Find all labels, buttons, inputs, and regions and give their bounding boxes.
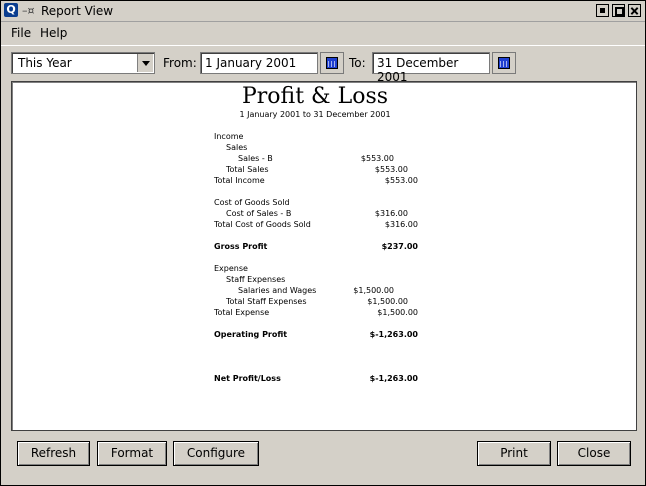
- report-line-label: Total Expense: [214, 308, 270, 317]
- chevron-down-icon[interactable]: [137, 54, 153, 72]
- report-line-label: Expense: [214, 264, 248, 273]
- menu-help-label: Help: [40, 26, 68, 40]
- from-date-field[interactable]: 1 January 2001: [200, 52, 318, 74]
- menu-file-label: File: [11, 26, 32, 40]
- refresh-button[interactable]: Refresh: [17, 441, 90, 466]
- calendar-icon: [498, 57, 510, 69]
- to-label: To:: [349, 56, 366, 70]
- report-line-label: Sales - B: [238, 154, 273, 163]
- close-icon[interactable]: [628, 4, 641, 17]
- close-button[interactable]: Close: [557, 441, 631, 466]
- report-subtitle: 1 January 2001 to 31 December 2001: [239, 110, 391, 119]
- report-line-amount: $1,500.00: [367, 297, 408, 306]
- period-select[interactable]: This Year: [11, 52, 155, 74]
- maximize-icon[interactable]: [612, 4, 625, 17]
- title-bar[interactable]: Q –¤ Report View: [1, 1, 645, 22]
- report-line-amount: $-1,263.00: [369, 330, 418, 339]
- report-line-label: Total Cost of Goods Sold: [214, 220, 311, 229]
- report-title: Profit & Loss: [241, 84, 389, 109]
- menu-file[interactable]: File: [11, 26, 31, 40]
- from-date-value: 1 January 2001: [205, 56, 297, 70]
- to-date-field[interactable]: 31 December 2001: [372, 52, 490, 84]
- report-line-label: Total Income: [214, 176, 265, 185]
- report-line-amount: $316.00: [384, 220, 418, 229]
- report-line-label: Income: [214, 132, 244, 141]
- report-line-label: Total Staff Expenses: [226, 297, 307, 306]
- date-toolbar: This Year From: 1 January 2001 To: 31 De…: [1, 45, 645, 84]
- report-line-amount: $553.00: [360, 154, 394, 163]
- report-line-amount: $553.00: [384, 176, 418, 185]
- report-line-amount: $1,500.00: [377, 308, 418, 317]
- app-icon[interactable]: Q: [4, 3, 18, 17]
- report-line-label: Net Profit/Loss: [214, 374, 281, 383]
- menu-help[interactable]: Help: [40, 26, 67, 40]
- pin-icon[interactable]: –¤: [22, 4, 35, 17]
- report-line-amount: $237.00: [381, 242, 418, 251]
- window-title: Report View: [41, 4, 114, 18]
- minimize-icon[interactable]: [596, 4, 609, 17]
- period-value: This Year: [18, 56, 72, 70]
- report-line-label: Total Sales: [226, 165, 269, 174]
- menu-bar: File Help: [1, 22, 645, 42]
- report-area[interactable]: Profit & Loss 1 January 2001 to 31 Decem…: [11, 81, 637, 431]
- from-calendar-button[interactable]: [320, 52, 344, 74]
- report-line-label: Staff Expenses: [226, 275, 286, 284]
- report-line-label: Salaries and Wages: [238, 286, 317, 295]
- report-view-window: Q –¤ Report View File Help This Year Fro…: [0, 0, 646, 486]
- report-line-amount: $316.00: [374, 209, 408, 218]
- format-button[interactable]: Format: [97, 441, 167, 466]
- print-button[interactable]: Print: [477, 441, 551, 466]
- report-line-label: Cost of Goods Sold: [214, 198, 290, 207]
- report-line-amount: $1,500.00: [353, 286, 394, 295]
- report-line-label: Cost of Sales - B: [226, 209, 292, 218]
- configure-button[interactable]: Configure: [173, 441, 259, 466]
- report-line-amount: $553.00: [374, 165, 408, 174]
- calendar-icon: [326, 57, 338, 69]
- report-line-amount: $-1,263.00: [369, 374, 418, 383]
- report-line-label: Gross Profit: [214, 242, 268, 251]
- to-date-value: 31 December 2001: [377, 56, 459, 84]
- report-line-label: Operating Profit: [214, 330, 288, 339]
- report-line-label: Sales: [226, 143, 248, 152]
- to-calendar-button[interactable]: [492, 52, 516, 74]
- from-label: From:: [163, 56, 197, 70]
